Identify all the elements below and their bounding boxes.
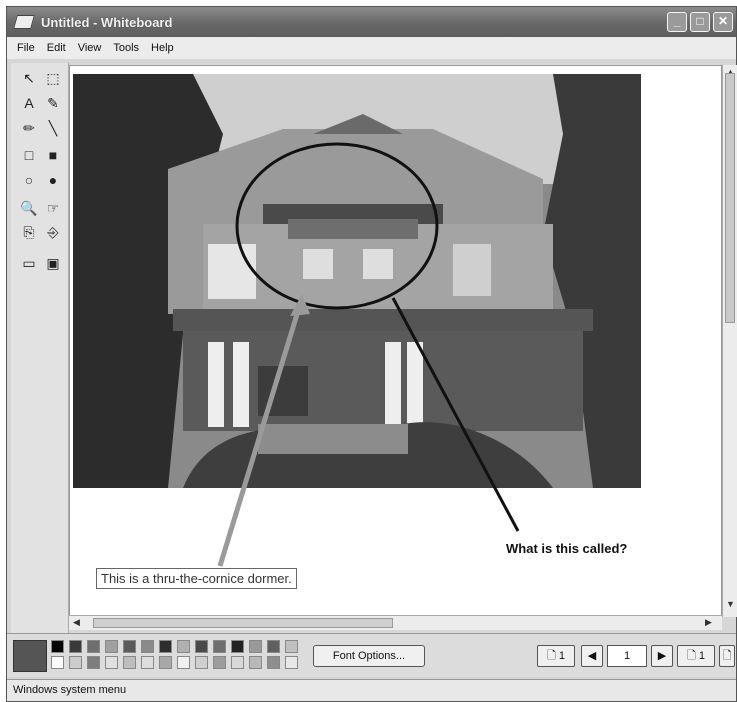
highlighter-icon[interactable]: ✎ (43, 94, 63, 112)
select-area-icon[interactable]: ⬚ (43, 69, 63, 87)
vertical-scroll-thumb[interactable] (725, 73, 735, 323)
filled-rectangle-icon[interactable]: ■ (43, 146, 63, 164)
color-swatch[interactable] (267, 656, 280, 669)
menu-bar: File Edit View Tools Help (7, 37, 736, 59)
select-window-icon[interactable]: ▭ (19, 254, 39, 272)
color-swatch[interactable] (213, 656, 226, 669)
page-number-field[interactable]: 1 (607, 645, 647, 667)
answer-arrow-line (217, 297, 305, 567)
color-swatch[interactable] (231, 656, 244, 669)
page-list-button[interactable]: 🗋 1 (537, 645, 575, 667)
synchronize-icon[interactable]: ⎆ (43, 223, 63, 241)
color-swatch[interactable] (267, 640, 280, 653)
horizontal-scroll-thumb[interactable] (93, 618, 393, 628)
page-icon: 🗋 (546, 650, 556, 662)
menu-view[interactable]: View (72, 42, 108, 54)
dormer-circle (235, 142, 439, 310)
vertical-scrollbar[interactable]: ▲ ▼ (722, 65, 737, 617)
tool-palette: ↖ ⬚ A ✎ ✏ ╲ □ ■ ○ ● 🔍 ☞ ⎘ ⎆ ▭ ▣ (11, 63, 69, 633)
remote-pointer-icon[interactable]: ☞ (43, 199, 63, 217)
color-swatch[interactable] (159, 656, 172, 669)
menu-edit[interactable]: Edit (41, 42, 72, 54)
ellipse-icon[interactable]: ○ (19, 171, 39, 189)
color-swatch[interactable] (213, 640, 226, 653)
menu-tools[interactable]: Tools (107, 42, 145, 54)
scroll-left-icon[interactable]: ◀ (73, 617, 80, 628)
color-swatch[interactable] (249, 640, 262, 653)
next-page-button[interactable]: ▶ (651, 645, 673, 667)
question-arrow-line (391, 297, 520, 532)
color-swatch[interactable] (231, 640, 244, 653)
color-swatch[interactable] (285, 640, 298, 653)
text-tool-icon[interactable]: A (19, 94, 39, 112)
color-swatch[interactable] (87, 640, 100, 653)
new-page-icon: 🗋 (722, 650, 732, 662)
scroll-right-icon[interactable]: ▶ (705, 617, 712, 628)
question-label: What is this called? (506, 541, 628, 556)
whiteboard-window: Untitled - Whiteboard _ □ ✕ File Edit Vi… (6, 6, 737, 702)
page-icon: 🗋 (686, 650, 696, 662)
color-swatch[interactable] (177, 640, 190, 653)
color-swatch[interactable] (51, 640, 64, 653)
color-swatch[interactable] (159, 640, 172, 653)
color-swatch[interactable] (105, 656, 118, 669)
color-swatch[interactable] (195, 640, 208, 653)
color-swatch[interactable] (285, 656, 298, 669)
window-title: Untitled - Whiteboard (41, 14, 173, 30)
filled-ellipse-icon[interactable]: ● (43, 171, 63, 189)
color-palette (51, 640, 303, 672)
horizontal-scrollbar[interactable]: ◀ ▶ (69, 615, 722, 630)
close-icon[interactable]: ✕ (713, 12, 733, 32)
menu-file[interactable]: File (11, 42, 41, 54)
title-bar[interactable]: Untitled - Whiteboard _ □ ✕ (7, 7, 736, 37)
bottom-toolbar: Font Options... 🗋 1 ◀ 1 ▶ 🗋 1 🗋 (7, 633, 736, 677)
minimize-icon[interactable]: _ (667, 12, 687, 32)
font-options-button[interactable]: Font Options... (313, 645, 425, 667)
color-swatch[interactable] (87, 656, 100, 669)
color-swatch[interactable] (195, 656, 208, 669)
page-sorter-button[interactable]: 🗋 1 (677, 645, 715, 667)
color-swatch[interactable] (51, 656, 64, 669)
annotation-layer (217, 142, 520, 567)
pen-icon[interactable]: ✏ (19, 119, 39, 137)
color-swatch[interactable] (105, 640, 118, 653)
whiteboard-app-icon[interactable] (13, 15, 35, 29)
color-swatch[interactable] (123, 656, 136, 669)
insert-page-button[interactable]: 🗋 (719, 645, 735, 667)
color-swatch[interactable] (177, 656, 190, 669)
color-swatch[interactable] (123, 640, 136, 653)
select-area-capture-icon[interactable]: ▣ (43, 254, 63, 272)
color-swatch[interactable] (141, 640, 154, 653)
select-arrow-icon[interactable]: ↖ (19, 69, 39, 87)
status-bar: Windows system menu (7, 679, 736, 701)
whiteboard-canvas[interactable]: What is this called? This is a thru-the-… (69, 65, 722, 617)
zoom-icon[interactable]: 🔍 (19, 199, 39, 217)
scroll-down-icon[interactable]: ▼ (726, 599, 735, 609)
lock-contents-icon[interactable]: ⎘ (19, 223, 39, 241)
color-swatch[interactable] (249, 656, 262, 669)
maximize-icon[interactable]: □ (690, 12, 710, 32)
color-swatch[interactable] (69, 656, 82, 669)
active-color-swatch[interactable] (13, 640, 47, 672)
rectangle-icon[interactable]: □ (19, 146, 39, 164)
answer-text-box[interactable]: This is a thru-the-cornice dormer. (96, 568, 297, 589)
menu-help[interactable]: Help (145, 42, 180, 54)
prev-page-button[interactable]: ◀ (581, 645, 603, 667)
line-icon[interactable]: ╲ (43, 119, 63, 137)
color-swatch[interactable] (141, 656, 154, 669)
color-swatch[interactable] (69, 640, 82, 653)
